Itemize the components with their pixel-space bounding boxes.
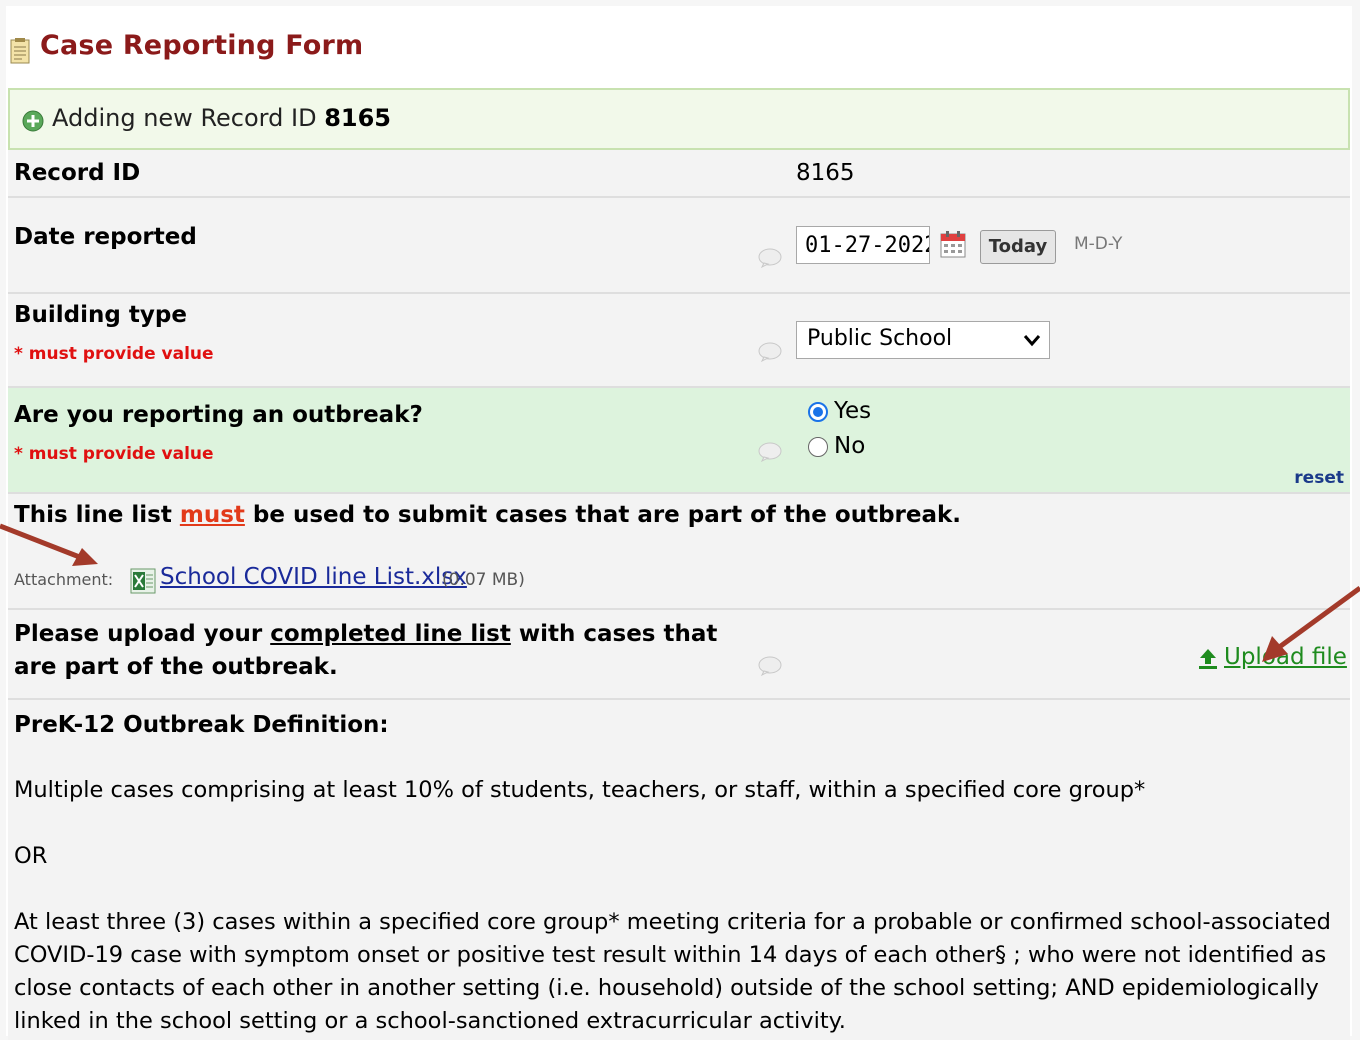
outbreak-yes-label[interactable]: Yes <box>834 398 871 424</box>
comment-bubble-icon[interactable] <box>758 248 782 268</box>
record-id-row: Record ID 8165 <box>8 150 1350 198</box>
outbreak-definition: PreK-12 Outbreak Definition: Multiple ca… <box>8 700 1350 1040</box>
excel-file-icon <box>130 568 156 594</box>
outbreak-yes-radio[interactable] <box>808 402 828 422</box>
definition-paragraph: At least three (3) cases within a specif… <box>14 909 1331 1034</box>
chevron-down-icon <box>1023 335 1041 347</box>
upload-instruction: Please upload your completed line list w… <box>14 621 718 680</box>
page-title: Case Reporting Form <box>40 30 364 61</box>
required-note: * must provide value <box>14 444 214 464</box>
comment-bubble-icon[interactable] <box>758 656 782 676</box>
building-type-label: Building type <box>14 302 187 328</box>
new-record-text: Adding new Record ID 8165 <box>52 104 391 132</box>
definition-or: OR <box>14 843 48 869</box>
record-id-value: 8165 <box>796 160 855 186</box>
outbreak-no-radio[interactable] <box>808 437 828 457</box>
attachment-link[interactable]: School COVID line List.xlsx <box>160 564 467 590</box>
calendar-icon[interactable] <box>940 230 966 258</box>
record-id-label: Record ID <box>14 160 141 186</box>
outbreak-row: Are you reporting an outbreak? * must pr… <box>8 388 1350 494</box>
outbreak-no-label[interactable]: No <box>834 433 865 459</box>
date-format-hint: M-D-Y <box>1074 234 1123 254</box>
add-circle-icon <box>22 110 44 132</box>
definition-title: PreK-12 Outbreak Definition: <box>14 712 389 738</box>
form-icon <box>10 38 30 64</box>
building-type-select[interactable]: Public School <box>796 321 1050 359</box>
upload-row: Please upload your completed line list w… <box>8 610 1350 700</box>
line-list-row: This line list must be used to submit ca… <box>8 494 1350 610</box>
form-frame: Case Reporting Form Adding new Record ID… <box>6 6 1352 1040</box>
date-reported-input[interactable]: 01-27-2022 <box>796 226 930 264</box>
definition-paragraph: Multiple cases comprising at least 10% o… <box>14 777 1146 803</box>
comment-bubble-icon[interactable] <box>758 442 782 462</box>
outbreak-label: Are you reporting an outbreak? <box>14 402 423 428</box>
required-note: * must provide value <box>14 344 214 364</box>
attachment-size: (0.07 MB) <box>442 570 525 590</box>
comment-bubble-icon[interactable] <box>758 342 782 362</box>
line-list-instruction: This line list must be used to submit ca… <box>14 502 962 528</box>
building-type-row: Building type * must provide value Publi… <box>8 294 1350 388</box>
new-record-banner: Adding new Record ID 8165 <box>8 88 1350 150</box>
form-header: Case Reporting Form <box>6 6 1352 86</box>
today-button[interactable]: Today <box>980 230 1056 264</box>
annotation-arrow-right <box>1262 585 1360 662</box>
upload-icon[interactable] <box>1198 648 1218 670</box>
date-reported-row: Date reported 01-27-2022 Today M-D-Y <box>8 198 1350 294</box>
building-type-selected: Public School <box>807 326 953 351</box>
date-reported-label: Date reported <box>14 224 197 250</box>
annotation-arrow-left <box>0 523 98 566</box>
reset-link[interactable]: reset <box>1294 468 1344 488</box>
